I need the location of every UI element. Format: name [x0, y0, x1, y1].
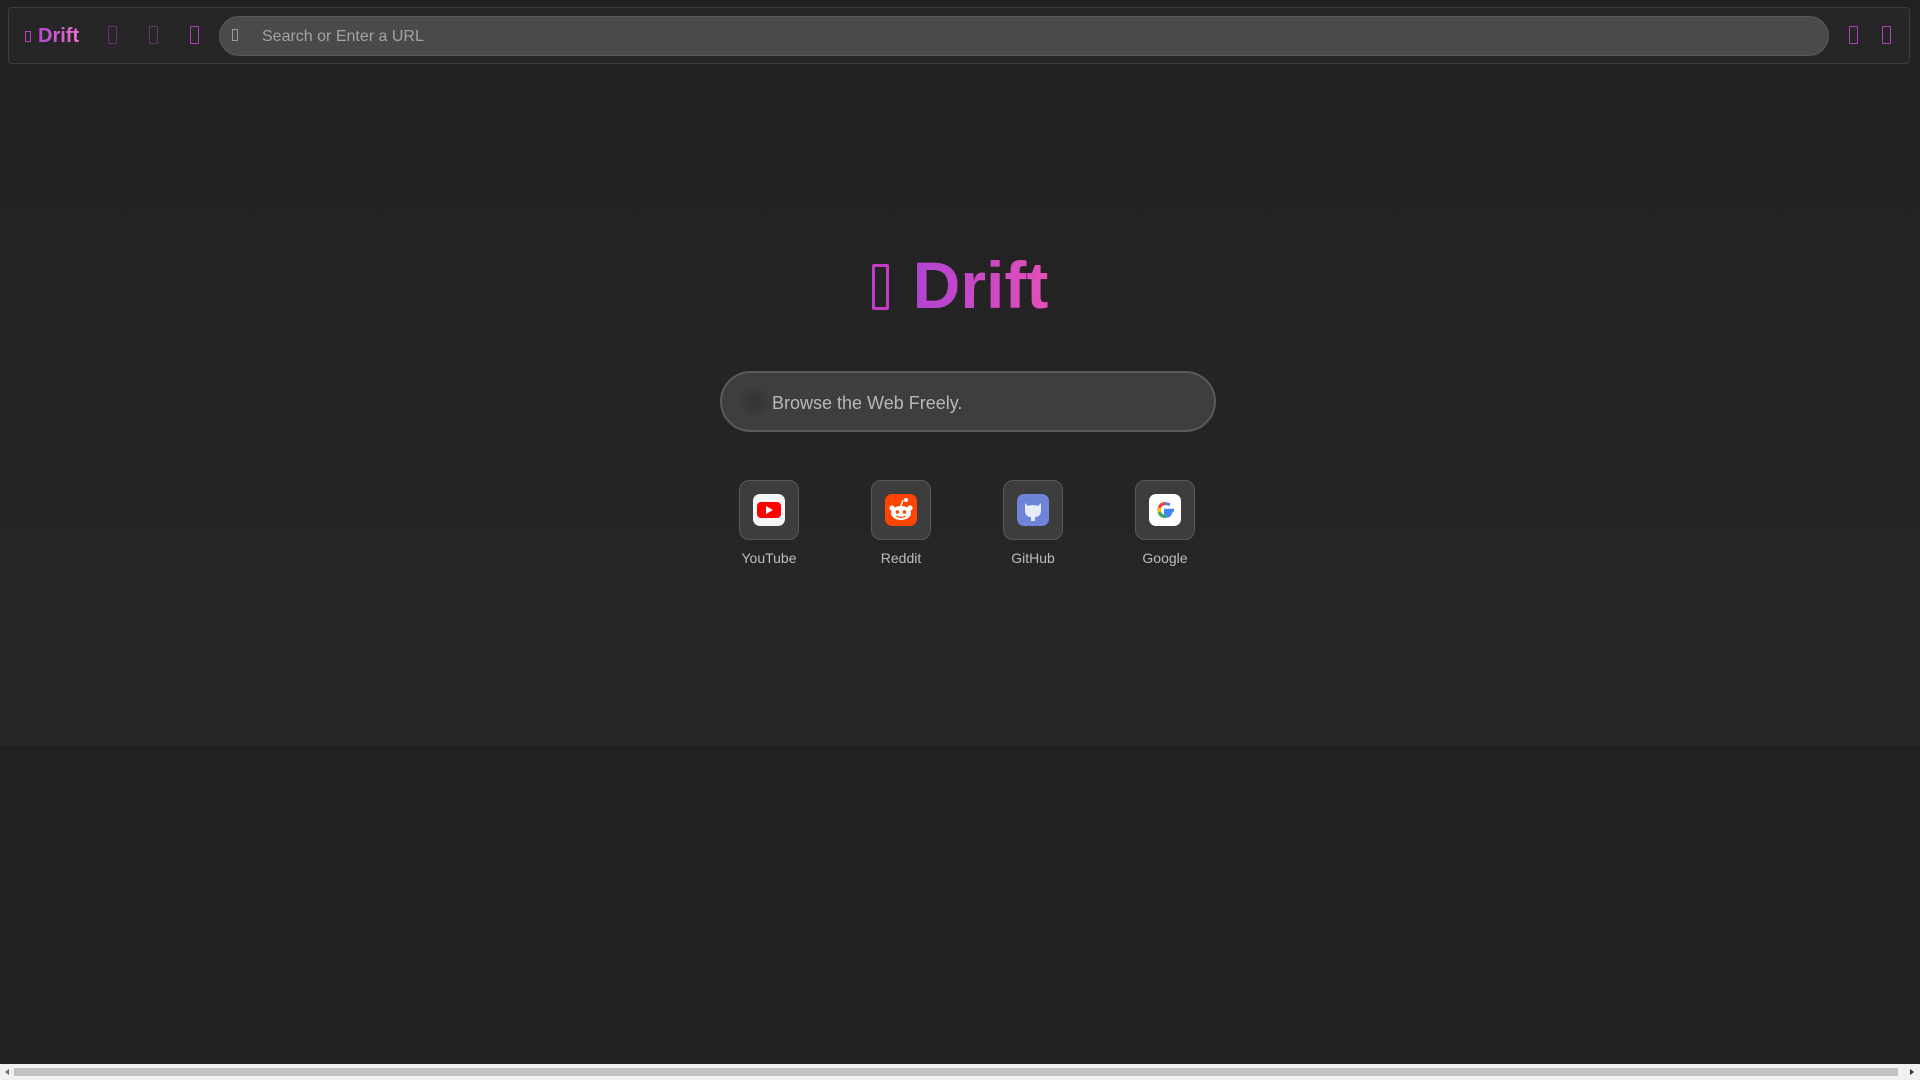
main-search-input[interactable]: [770, 385, 1194, 421]
shortcut-label: Reddit: [880, 550, 922, 566]
hero-title: Drift: [912, 248, 1049, 322]
brand-logo[interactable]: Drift: [25, 24, 79, 48]
browser-page: Drift Drift YouTube: [0, 0, 1920, 1080]
scroll-right-icon[interactable]: [1910, 1069, 1914, 1075]
main-search-box[interactable]: [720, 371, 1216, 432]
shortcut-google[interactable]: Google: [1115, 480, 1215, 570]
scrollbar-thumb[interactable]: [14, 1068, 1898, 1076]
shortcut-youtube[interactable]: YouTube: [719, 480, 819, 570]
shortcut-tile[interactable]: [871, 480, 931, 540]
top-toolbar: Drift: [8, 7, 1910, 64]
reddit-icon: [885, 494, 917, 526]
shortcut-label: GitHub: [1011, 550, 1055, 566]
lower-background: [0, 746, 1920, 1066]
address-bar[interactable]: [219, 16, 1829, 56]
shortcut-tile[interactable]: [1135, 480, 1195, 540]
shortcut-label: Google: [1142, 550, 1188, 566]
shortcut-reddit[interactable]: Reddit: [851, 480, 951, 570]
address-input[interactable]: [260, 21, 1814, 53]
back-button[interactable]: [108, 26, 117, 44]
brand-name: Drift: [38, 24, 80, 47]
hero: Drift: [0, 248, 1920, 322]
search-glow-icon: [740, 387, 770, 417]
horizontal-scrollbar[interactable]: [0, 1064, 1920, 1080]
brand-glyph-icon: [871, 264, 889, 310]
youtube-icon: [753, 494, 785, 526]
shortcut-tile[interactable]: [739, 480, 799, 540]
settings-button[interactable]: [1882, 26, 1891, 44]
github-icon: [1017, 494, 1049, 526]
search-icon: [232, 29, 238, 41]
brand-glyph-icon: [25, 31, 31, 42]
google-icon: [1149, 494, 1181, 526]
forward-button[interactable]: [149, 26, 158, 44]
scroll-left-icon[interactable]: [5, 1069, 9, 1075]
shortcut-github[interactable]: GitHub: [983, 480, 1083, 570]
shortcut-label: YouTube: [741, 550, 797, 566]
fullscreen-button[interactable]: [1849, 26, 1858, 44]
reload-button[interactable]: [190, 26, 199, 44]
shortcut-tile[interactable]: [1003, 480, 1063, 540]
